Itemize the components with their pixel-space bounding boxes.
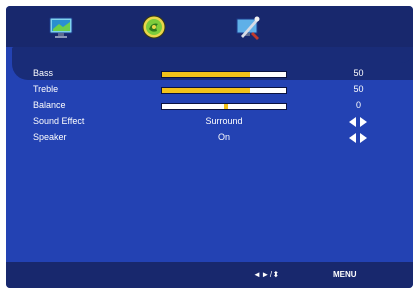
sound-menu-osd: Bass 50 Treble 50 Balance 0 Sound Effect… bbox=[6, 6, 413, 288]
row-treble[interactable]: Treble 50 bbox=[6, 83, 413, 99]
tab-picture[interactable] bbox=[46, 14, 76, 40]
treble-slider-fill bbox=[162, 88, 251, 93]
speaker-label: Speaker bbox=[33, 132, 67, 142]
menu-tab-bar bbox=[6, 6, 413, 47]
treble-slider[interactable] bbox=[161, 87, 287, 94]
balance-slider[interactable] bbox=[161, 103, 287, 110]
row-sound-effect[interactable]: Sound Effect Surround bbox=[6, 115, 413, 131]
footer-bar: ◄►/⬍ MENU bbox=[6, 262, 413, 288]
balance-label: Balance bbox=[33, 100, 66, 110]
bass-slider-fill bbox=[162, 72, 251, 77]
tv-picture-icon bbox=[49, 17, 73, 38]
tools-icon bbox=[236, 16, 260, 40]
row-speaker[interactable]: Speaker On bbox=[6, 131, 413, 147]
bass-label: Bass bbox=[33, 68, 54, 78]
speaker-value: On bbox=[217, 132, 230, 142]
selected-row-highlight-cap bbox=[361, 47, 413, 63]
balance-slider-knob bbox=[224, 104, 229, 109]
sound-effect-label: Sound Effect bbox=[33, 116, 85, 126]
sound-effect-value: Surround bbox=[205, 116, 243, 126]
bass-slider[interactable] bbox=[161, 71, 287, 78]
menu-hint[interactable]: MENU bbox=[333, 270, 357, 279]
navigation-hint: ◄►/⬍ bbox=[253, 270, 280, 279]
treble-label: Treble bbox=[33, 84, 59, 94]
tab-setup[interactable] bbox=[233, 14, 263, 40]
left-right-arrows-icon[interactable] bbox=[348, 133, 368, 143]
bass-value: 50 bbox=[353, 68, 364, 78]
row-balance[interactable]: Balance 0 bbox=[6, 99, 413, 115]
tab-sound[interactable] bbox=[139, 14, 169, 40]
treble-value: 50 bbox=[353, 84, 364, 94]
left-right-arrows-icon[interactable] bbox=[348, 117, 368, 127]
balance-value: 0 bbox=[355, 100, 361, 110]
sound-disc-icon bbox=[142, 15, 166, 39]
row-bass[interactable]: Bass 50 bbox=[6, 67, 413, 83]
